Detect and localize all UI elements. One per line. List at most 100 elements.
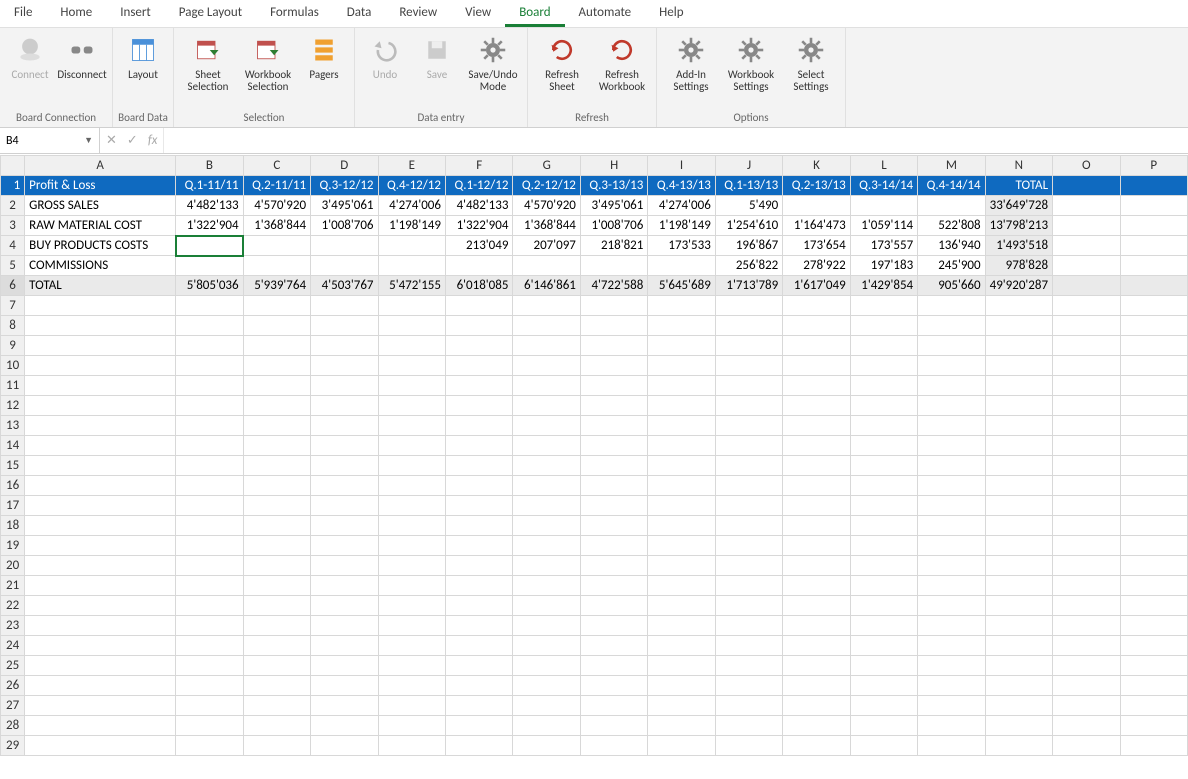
col-header-O[interactable]: O [1053, 156, 1120, 176]
cell-K6[interactable]: 1'617'049 [783, 276, 850, 296]
cell-K15[interactable] [783, 456, 850, 476]
cell-E7[interactable] [378, 296, 445, 316]
cell-C1[interactable]: Q.2-11/11 [243, 176, 310, 196]
cell-I2[interactable]: 4'274'006 [648, 196, 715, 216]
row-header-5[interactable]: 5 [1, 256, 25, 276]
cell-J2[interactable]: 5'490 [715, 196, 782, 216]
col-header-H[interactable]: H [580, 156, 647, 176]
cell-A11[interactable] [25, 376, 176, 396]
workbook-selection-button[interactable]: WorkbookSelection [238, 30, 298, 97]
cell-G18[interactable] [513, 516, 580, 536]
cell-P24[interactable] [1120, 636, 1187, 656]
cell-L20[interactable] [850, 556, 917, 576]
cell-A2[interactable]: GROSS SALES [25, 196, 176, 216]
cell-I14[interactable] [648, 436, 715, 456]
cell-F9[interactable] [445, 336, 512, 356]
cell-E8[interactable] [378, 316, 445, 336]
cell-P4[interactable] [1120, 236, 1187, 256]
cell-O24[interactable] [1053, 636, 1120, 656]
cell-J25[interactable] [715, 656, 782, 676]
cell-F29[interactable] [445, 736, 512, 756]
cell-B11[interactable] [176, 376, 243, 396]
row-header-20[interactable]: 20 [1, 556, 25, 576]
cell-A4[interactable]: BUY PRODUCTS COSTS [25, 236, 176, 256]
cell-E3[interactable]: 1'198'149 [378, 216, 445, 236]
cell-M28[interactable] [918, 716, 985, 736]
cell-I16[interactable] [648, 476, 715, 496]
cell-K9[interactable] [783, 336, 850, 356]
cell-P10[interactable] [1120, 356, 1187, 376]
cell-N8[interactable] [985, 316, 1052, 336]
cell-A20[interactable] [25, 556, 176, 576]
cell-C24[interactable] [243, 636, 310, 656]
cell-K19[interactable] [783, 536, 850, 556]
menu-file[interactable]: File [0, 0, 46, 27]
cell-D9[interactable] [311, 336, 378, 356]
cell-L14[interactable] [850, 436, 917, 456]
row-header-7[interactable]: 7 [1, 296, 25, 316]
cell-O7[interactable] [1053, 296, 1120, 316]
cell-F15[interactable] [445, 456, 512, 476]
cell-I1[interactable]: Q.4-13/13 [648, 176, 715, 196]
cell-L18[interactable] [850, 516, 917, 536]
cell-G26[interactable] [513, 676, 580, 696]
cell-I11[interactable] [648, 376, 715, 396]
cell-F18[interactable] [445, 516, 512, 536]
cell-C29[interactable] [243, 736, 310, 756]
row-header-25[interactable]: 25 [1, 656, 25, 676]
cell-O23[interactable] [1053, 616, 1120, 636]
cell-B9[interactable] [176, 336, 243, 356]
cell-M16[interactable] [918, 476, 985, 496]
cell-H11[interactable] [580, 376, 647, 396]
cell-I19[interactable] [648, 536, 715, 556]
formula-input[interactable] [164, 128, 1188, 153]
row-header-18[interactable]: 18 [1, 516, 25, 536]
cell-C9[interactable] [243, 336, 310, 356]
cell-E10[interactable] [378, 356, 445, 376]
cell-E23[interactable] [378, 616, 445, 636]
cell-N27[interactable] [985, 696, 1052, 716]
cell-B19[interactable] [176, 536, 243, 556]
col-header-L[interactable]: L [850, 156, 917, 176]
cell-F28[interactable] [445, 716, 512, 736]
cell-H14[interactable] [580, 436, 647, 456]
cell-P9[interactable] [1120, 336, 1187, 356]
cell-D1[interactable]: Q.3-12/12 [311, 176, 378, 196]
cell-L17[interactable] [850, 496, 917, 516]
cell-M9[interactable] [918, 336, 985, 356]
row-header-14[interactable]: 14 [1, 436, 25, 456]
cell-I24[interactable] [648, 636, 715, 656]
cell-N23[interactable] [985, 616, 1052, 636]
cell-K25[interactable] [783, 656, 850, 676]
cell-A18[interactable] [25, 516, 176, 536]
row-header-24[interactable]: 24 [1, 636, 25, 656]
cell-O5[interactable] [1053, 256, 1120, 276]
cell-K5[interactable]: 278'922 [783, 256, 850, 276]
cell-P17[interactable] [1120, 496, 1187, 516]
cell-M24[interactable] [918, 636, 985, 656]
row-header-22[interactable]: 22 [1, 596, 25, 616]
cell-E21[interactable] [378, 576, 445, 596]
cell-P15[interactable] [1120, 456, 1187, 476]
cell-O6[interactable] [1053, 276, 1120, 296]
cell-O28[interactable] [1053, 716, 1120, 736]
cell-J5[interactable]: 256'822 [715, 256, 782, 276]
cell-M27[interactable] [918, 696, 985, 716]
cell-J6[interactable]: 1'713'789 [715, 276, 782, 296]
workbook-settings-button[interactable]: WorkbookSettings [721, 30, 781, 97]
cell-A21[interactable] [25, 576, 176, 596]
cell-J19[interactable] [715, 536, 782, 556]
spreadsheet-grid[interactable]: ABCDEFGHIJKLMNOP1Profit & LossQ.1-11/11Q… [0, 155, 1188, 779]
row-header-17[interactable]: 17 [1, 496, 25, 516]
cell-C22[interactable] [243, 596, 310, 616]
cell-G3[interactable]: 1'368'844 [513, 216, 580, 236]
cell-J16[interactable] [715, 476, 782, 496]
cell-B2[interactable]: 4'482'133 [176, 196, 243, 216]
cell-C23[interactable] [243, 616, 310, 636]
cell-P25[interactable] [1120, 656, 1187, 676]
cell-F4[interactable]: 213'049 [445, 236, 512, 256]
menu-automate[interactable]: Automate [565, 0, 646, 27]
cell-G14[interactable] [513, 436, 580, 456]
cell-B8[interactable] [176, 316, 243, 336]
cell-P26[interactable] [1120, 676, 1187, 696]
